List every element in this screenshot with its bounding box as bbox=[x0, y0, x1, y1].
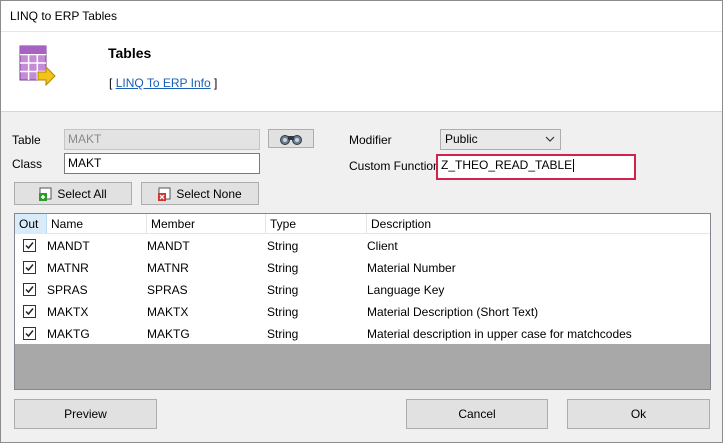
column-header-name[interactable]: Name bbox=[47, 214, 147, 234]
binoculars-icon bbox=[279, 133, 303, 145]
checkbox-remove-icon bbox=[158, 187, 172, 201]
out-checkbox[interactable] bbox=[23, 283, 36, 296]
table-row[interactable]: MANDT MANDT String Client bbox=[15, 235, 710, 257]
ok-button[interactable]: Ok bbox=[567, 399, 710, 429]
cell-name: MANDT bbox=[47, 239, 90, 253]
cell-type: String bbox=[267, 327, 299, 341]
modifier-label: Modifier bbox=[349, 133, 392, 147]
cell-type: String bbox=[267, 261, 299, 275]
cell-description: Material Number bbox=[367, 261, 456, 275]
cancel-label: Cancel bbox=[458, 407, 496, 421]
cell-name: MAKTG bbox=[47, 327, 90, 341]
out-checkbox[interactable] bbox=[23, 239, 36, 252]
column-header-description[interactable]: Description bbox=[367, 214, 710, 234]
cell-member: MAKTX bbox=[147, 305, 189, 319]
out-checkbox[interactable] bbox=[23, 261, 36, 274]
checkbox-add-icon bbox=[39, 187, 53, 201]
table-row[interactable]: MATNR MATNR String Material Number bbox=[15, 257, 710, 279]
cell-name: MAKTX bbox=[47, 305, 89, 319]
linq-to-erp-info-link[interactable]: LINQ To ERP Info bbox=[116, 76, 211, 90]
table-icon bbox=[18, 44, 58, 92]
cell-name: MATNR bbox=[47, 261, 89, 275]
table-field[interactable]: MAKT bbox=[64, 129, 260, 150]
cell-type: String bbox=[267, 239, 299, 253]
cancel-button[interactable]: Cancel bbox=[406, 399, 548, 429]
cell-description: Client bbox=[367, 239, 398, 253]
custom-function-field[interactable]: Z_THEO_READ_TABLE bbox=[436, 154, 636, 180]
table-row[interactable]: SPRAS SPRAS String Language Key bbox=[15, 279, 710, 301]
select-none-button[interactable]: Select None bbox=[141, 182, 259, 205]
column-header-type[interactable]: Type bbox=[266, 214, 367, 234]
custom-function-value: Z_THEO_READ_TABLE bbox=[441, 158, 573, 172]
custom-function-label: Custom Function bbox=[349, 159, 440, 173]
column-header-out[interactable]: Out bbox=[15, 214, 47, 234]
link-bracket-close: ] bbox=[213, 76, 218, 90]
cell-type: String bbox=[267, 305, 299, 319]
select-all-label: Select All bbox=[57, 186, 107, 201]
column-header-member[interactable]: Member bbox=[147, 214, 266, 234]
header-panel: Tables [ LINQ To ERP Info ] bbox=[1, 32, 722, 112]
header-link-wrapper: [ LINQ To ERP Info ] bbox=[109, 76, 217, 90]
title-bar: LINQ to ERP Tables bbox=[1, 1, 722, 32]
class-field[interactable]: MAKT bbox=[64, 153, 260, 174]
class-label: Class bbox=[12, 157, 43, 171]
window-title: LINQ to ERP Tables bbox=[10, 9, 117, 23]
out-checkbox[interactable] bbox=[23, 305, 36, 318]
cell-member: SPRAS bbox=[147, 283, 188, 297]
preview-label: Preview bbox=[64, 407, 107, 421]
columns-grid[interactable]: Out Name Member Type Description MANDT M… bbox=[14, 213, 711, 390]
cell-description: Language Key bbox=[367, 283, 445, 297]
table-row[interactable]: MAKTX MAKTX String Material Description … bbox=[15, 301, 710, 323]
modifier-select[interactable]: Public bbox=[440, 129, 561, 150]
select-none-label: Select None bbox=[176, 186, 242, 201]
preview-button[interactable]: Preview bbox=[14, 399, 157, 429]
link-bracket-open: [ bbox=[109, 76, 113, 90]
out-checkbox[interactable] bbox=[23, 327, 36, 340]
dialog-window: LINQ to ERP Tables Tables [ LINQ To ERP … bbox=[0, 0, 723, 443]
cell-type: String bbox=[267, 283, 299, 297]
grid-header: Out Name Member Type Description bbox=[15, 214, 710, 234]
cell-member: MAKTG bbox=[147, 327, 190, 341]
cell-name: SPRAS bbox=[47, 283, 88, 297]
text-caret bbox=[573, 159, 575, 173]
table-label: Table bbox=[12, 133, 41, 147]
table-row[interactable]: MAKTG MAKTG String Material description … bbox=[15, 323, 710, 345]
cell-description: Material description in upper case for m… bbox=[367, 327, 632, 341]
header-title: Tables bbox=[108, 45, 152, 61]
lookup-button[interactable] bbox=[268, 129, 314, 148]
modifier-value: Public bbox=[445, 132, 478, 146]
cell-description: Material Description (Short Text) bbox=[367, 305, 539, 319]
select-all-button[interactable]: Select All bbox=[14, 182, 132, 205]
ok-label: Ok bbox=[630, 407, 647, 421]
cell-member: MANDT bbox=[147, 239, 190, 253]
chevron-down-icon bbox=[544, 132, 556, 146]
cell-member: MATNR bbox=[147, 261, 189, 275]
